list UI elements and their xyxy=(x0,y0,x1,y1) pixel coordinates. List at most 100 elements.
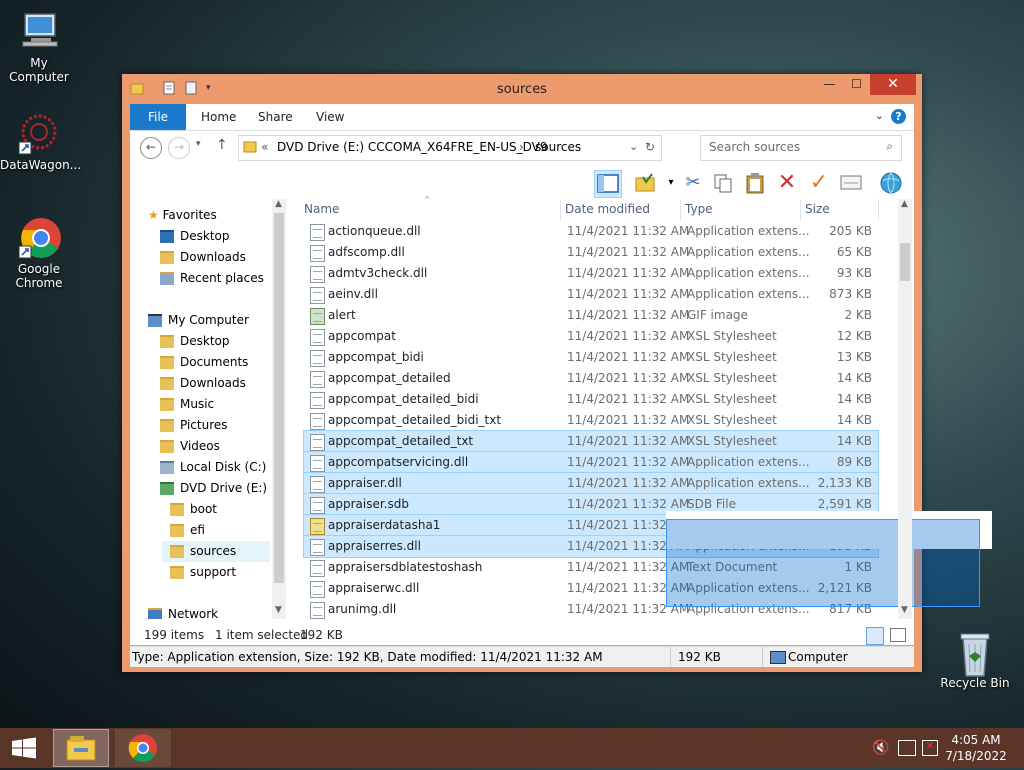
close-button[interactable]: ✕ xyxy=(870,74,916,95)
tab-file[interactable]: File xyxy=(130,104,186,130)
desktop-icon-chrome[interactable]: Google Chrome xyxy=(0,216,78,290)
file-row[interactable]: appraiser.dll 11/4/2021 11:32 AM Applicati… xyxy=(303,472,879,495)
preview-pane-icon[interactable] xyxy=(594,170,622,198)
start-button[interactable] xyxy=(0,729,48,767)
copy-icon[interactable] xyxy=(710,170,736,196)
file-list-scrollbar[interactable]: ▲ ▼ xyxy=(898,199,912,619)
volume-muted-icon[interactable]: 🔇 xyxy=(872,740,889,756)
forward-button[interactable]: → xyxy=(168,137,190,159)
file-row[interactable]: adfscomp.dll 11/4/2021 11:32 AM Applicatio… xyxy=(304,242,878,263)
file-row[interactable]: appcompat_detailed_txt 11/4/2021 11:32 AM… xyxy=(303,430,879,453)
search-box[interactable]: Search sources ⌕ xyxy=(700,135,902,161)
nav-pictures[interactable]: Pictures xyxy=(160,415,228,436)
column-date-modified[interactable]: Date modified xyxy=(565,199,650,219)
large-icons-view-icon[interactable] xyxy=(890,628,906,642)
file-row[interactable]: actionqueue.dll 11/4/2021 11:32 AM Applica… xyxy=(304,221,878,242)
file-dll-icon xyxy=(310,455,325,472)
taskbar-file-explorer[interactable] xyxy=(53,729,109,767)
paste-icon[interactable] xyxy=(742,170,768,196)
nav-desktop[interactable]: Desktop xyxy=(160,331,230,352)
nav-music[interactable]: Music xyxy=(160,394,214,415)
file-row[interactable]: appcompat_detailed 11/4/2021 11:32 AM XSL … xyxy=(304,368,878,389)
nav-favorites[interactable]: ★ Favorites xyxy=(148,205,217,226)
address-prefix[interactable]: « xyxy=(261,140,268,154)
desktop-icon-recycle-bin[interactable]: Recycle Bin xyxy=(936,630,1014,690)
scroll-up-icon[interactable]: ▲ xyxy=(275,199,282,209)
file-date: 11/4/2021 11:32 AM xyxy=(567,224,690,238)
file-row[interactable]: appcompat 11/4/2021 11:32 AM XSL Styleshee… xyxy=(304,326,878,347)
folder-icon xyxy=(160,419,174,432)
tab-home[interactable]: Home xyxy=(201,104,236,130)
column-size[interactable]: Size xyxy=(805,199,830,219)
delete-icon[interactable]: ✕ xyxy=(774,170,800,196)
column-name[interactable]: Name xyxy=(304,199,562,219)
folder-icon xyxy=(160,335,174,348)
breadcrumb-sources[interactable]: sources xyxy=(535,140,581,154)
sort-ascending-icon: ^ xyxy=(424,195,431,204)
desktop-icon-datawagon[interactable]: DataWagon... xyxy=(0,112,81,172)
back-button[interactable]: ← xyxy=(140,137,162,159)
file-row[interactable]: appcompat_detailed_bidi_txt 11/4/2021 11:… xyxy=(304,410,878,431)
nav-favorites-desktop[interactable]: Desktop xyxy=(160,226,230,247)
nav-support[interactable]: support xyxy=(170,562,236,583)
computer-icon xyxy=(148,314,162,327)
maximize-button[interactable]: ☐ xyxy=(843,74,870,95)
nav-documents[interactable]: Documents xyxy=(160,352,248,373)
desktop-icon-my-computer[interactable]: My Computer xyxy=(0,10,78,84)
clock-date: 7/18/2022 xyxy=(945,749,1007,763)
title-bar[interactable]: ▾ sources — ☐ ✕ xyxy=(122,74,922,104)
nav-efi[interactable]: efi xyxy=(170,520,205,541)
file-row[interactable]: aeinv.dll 11/4/2021 11:32 AM Application e… xyxy=(304,284,878,305)
nav-recent-places[interactable]: Recent places xyxy=(160,268,264,289)
tab-view[interactable]: View xyxy=(316,104,344,130)
nav-dvd-drive[interactable]: DVD Drive (E:) CC xyxy=(160,478,270,499)
address-dropdown-icon[interactable]: ⌄ xyxy=(629,140,638,153)
nav-sources[interactable]: sources xyxy=(162,541,270,562)
help-icon[interactable]: ? xyxy=(891,109,906,124)
file-list[interactable]: Name ^ Date modified Type Size actionque… xyxy=(302,195,992,619)
search-input[interactable]: Search sources xyxy=(709,140,800,154)
nav-local-disk[interactable]: Local Disk (C:) xyxy=(160,457,266,478)
refresh-icon[interactable]: ↻ xyxy=(645,140,655,154)
breadcrumb-drive[interactable]: DVD Drive (E:) CCCOMA_X64FRE_EN-US_DV9 xyxy=(277,140,548,154)
file-row[interactable]: alert 11/4/2021 11:32 AM GIF image 2 KB xyxy=(304,305,878,326)
nav-scrollbar[interactable]: ▲ ▼ xyxy=(272,199,286,619)
minimize-button[interactable]: — xyxy=(816,74,843,95)
nav-videos[interactable]: Videos xyxy=(160,436,220,457)
rename-check-icon[interactable]: ✓ xyxy=(806,170,832,196)
folder-options-icon[interactable] xyxy=(632,170,658,196)
network-status-icon[interactable] xyxy=(898,740,916,756)
search-icon[interactable]: ⌕ xyxy=(886,139,893,154)
nav-boot[interactable]: boot xyxy=(170,499,217,520)
file-row[interactable]: appcompat_detailed_bidi 11/4/2021 11:32 A… xyxy=(304,389,878,410)
details-view-icon[interactable] xyxy=(866,627,884,645)
clock[interactable]: 4:05 AM 7/18/2022 xyxy=(944,732,1008,764)
action-center-icon[interactable]: ✕ xyxy=(922,740,938,756)
recent-locations-icon[interactable]: ▾ xyxy=(196,139,201,149)
file-row[interactable]: appcompat_bidi 11/4/2021 11:32 AM XSL Styl… xyxy=(304,347,878,368)
file-row[interactable]: appcompatservicing.dll 11/4/2021 11:32 AM… xyxy=(303,451,879,474)
scroll-up-icon[interactable]: ▲ xyxy=(901,199,908,209)
file-row[interactable]: admtv3check.dll 11/4/2021 11:32 AM Applica… xyxy=(304,263,878,284)
nav-downloads[interactable]: Downloads xyxy=(160,373,246,394)
ribbon-expand-icon[interactable]: ⌄ xyxy=(875,109,884,122)
scroll-down-icon[interactable]: ▼ xyxy=(901,605,908,615)
cut-icon[interactable]: ✂ xyxy=(680,170,706,196)
select-icon[interactable] xyxy=(838,170,864,196)
address-bar[interactable]: « DVD Drive (E:) CCCOMA_X64FRE_EN-US_DV9… xyxy=(238,135,662,161)
breadcrumb-separator[interactable]: › xyxy=(519,140,524,154)
scroll-down-icon[interactable]: ▼ xyxy=(275,605,282,615)
nav-scroll-thumb[interactable] xyxy=(274,213,284,583)
tab-share[interactable]: Share xyxy=(258,104,293,130)
taskbar-chrome[interactable] xyxy=(115,729,171,767)
nav-network[interactable]: Network xyxy=(148,604,218,619)
column-type[interactable]: Type xyxy=(685,199,713,219)
navigation-pane[interactable]: ★ Favorites Desktop Downloads Recent pla… xyxy=(130,199,270,619)
desktop-icon xyxy=(160,230,174,243)
globe-icon[interactable] xyxy=(878,170,904,196)
nav-favorites-downloads[interactable]: Downloads xyxy=(160,247,246,268)
explorer-window[interactable]: ▾ sources — ☐ ✕ File Home Share View ⌄ ?… xyxy=(122,74,992,672)
file-scroll-thumb[interactable] xyxy=(900,243,910,281)
up-button[interactable]: ↑ xyxy=(216,137,228,153)
nav-my-computer[interactable]: My Computer xyxy=(148,310,249,331)
